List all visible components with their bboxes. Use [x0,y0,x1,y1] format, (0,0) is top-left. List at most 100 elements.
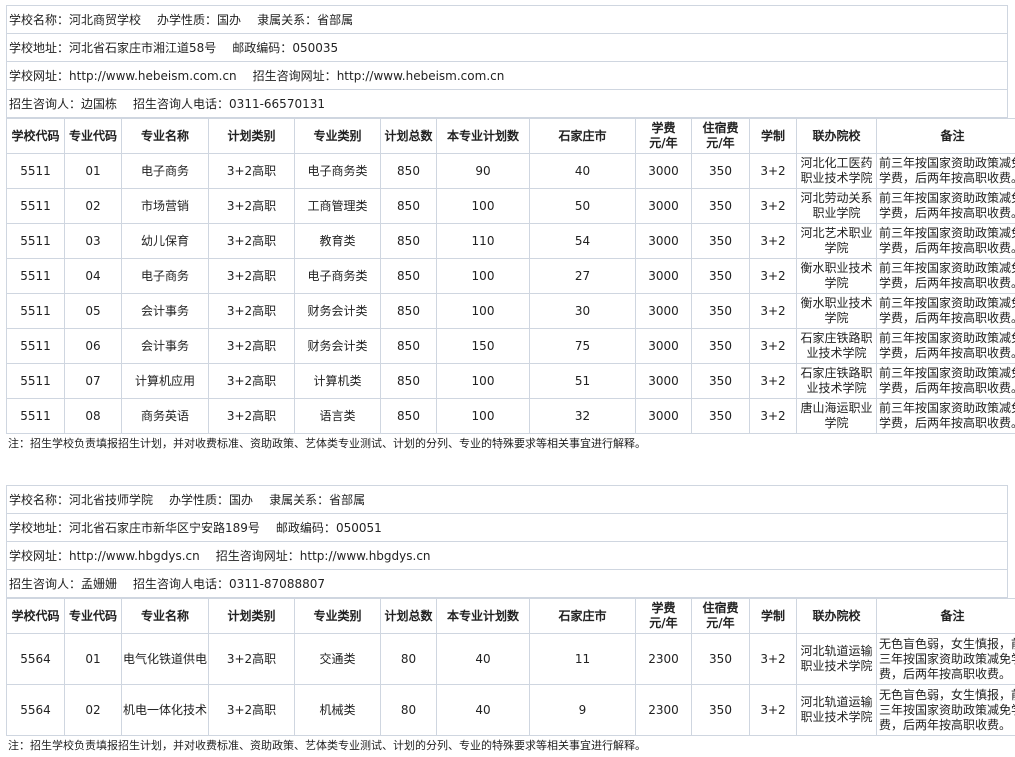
website-label: 学校网址： [9,68,70,83]
shijiazhuang-cell: 27 [529,258,636,294]
school-website-link[interactable]: http://www.hebeism.com.cn [69,69,237,83]
duration-cell: 3+2 [749,684,797,736]
plan-total-cell: 850 [380,258,437,294]
table-row: 5564 01 电气化铁道供电 3+2高职 交通类 80 40 11 2300 350 3+2 河北轨… [6,633,1015,685]
column-header: 学制 [749,118,797,154]
major-plan-cell: 100 [436,258,530,294]
plan-type-cell: 3+2高职 [208,188,295,224]
plan-total-cell: 850 [380,223,437,259]
column-header: 计划类别 [208,598,295,634]
school-contact-line: 招生咨询人：边国栋 招生咨询人电话：0311-66570131 [6,89,1008,118]
partner-college-cell: 河北轨道运输职业技术学院 [796,684,877,736]
major-plan-cell: 100 [436,363,530,399]
lodging-fee-cell: 350 [691,188,750,224]
column-header: 石家庄市 [529,118,636,154]
column-header: 专业类别 [294,598,381,634]
school-address-line: 学校地址：河北省石家庄市湘江道58号 邮政编码：050035 [6,33,1008,62]
school-name-line: 学校名称：河北省技师学院 办学性质：国办 隶属关系：省部属 [6,485,1008,514]
plan-type-cell: 3+2高职 [208,293,295,329]
lodging-fee-cell: 350 [691,153,750,189]
column-header: 石家庄市 [529,598,636,634]
table-header-row: 学校代码 专业代码 专业名称 计划类别 专业类别 计划总数 本专业计划数 石家庄市 学费 元/年住… [6,598,1015,634]
major-category-cell: 电子商务类 [294,258,381,294]
major-plan-cell: 100 [436,188,530,224]
duration-cell: 3+2 [749,328,797,364]
column-header: 专业名称 [121,118,209,154]
partner-college-cell: 河北化工医药职业技术学院 [796,153,877,189]
major-category-cell: 财务会计类 [294,293,381,329]
school-contact-line: 招生咨询人：孟姗姗 招生咨询人电话：0311-87088807 [6,569,1008,598]
major-name-cell: 电子商务 [121,153,209,189]
column-header: 联办院校 [796,118,877,154]
tuition-cell: 3000 [635,153,692,189]
table-row: 5564 02 机电一体化技术 3+2高职 机械类 80 40 9 2300 350 3+2 河北轨道… [6,684,1015,736]
column-header: 专业代码 [64,118,122,154]
affiliation-label: 隶属关系： [269,492,330,507]
column-header: 学校代码 [6,118,65,154]
remarks-cell: 前三年按国家资助政策减免学费，后两年按高职收费。 [876,153,1015,189]
school-address: 河北省石家庄市新华区宁安路189号 [69,520,260,535]
partner-college-cell: 河北劳动关系职业学院 [796,188,877,224]
school-code-cell: 5511 [6,293,65,329]
school-nature: 国办 [217,12,242,27]
school-code-cell: 5511 [6,223,65,259]
plan-total-cell: 850 [380,363,437,399]
remarks-cell: 前三年按国家资助政策减免学费，后两年按高职收费。 [876,398,1015,434]
consult-website-link[interactable]: http://www.hebeism.com.cn [337,69,505,83]
school-address-line: 学校地址：河北省石家庄市新华区宁安路189号 邮政编码：050051 [6,513,1008,542]
plan-type-cell: 3+2高职 [208,328,295,364]
major-plan-cell: 100 [436,398,530,434]
column-header: 学制 [749,598,797,634]
contact-label: 招生咨询人： [9,96,82,111]
major-name-cell: 电气化铁道供电 [121,633,209,685]
tuition-cell: 2300 [635,684,692,736]
partner-college-cell: 衡水职业技术学院 [796,258,877,294]
partner-college-cell: 河北轨道运输职业技术学院 [796,633,877,685]
major-name-cell: 机电一体化技术 [121,684,209,736]
partner-college-cell: 石家庄铁路职业技术学院 [796,363,877,399]
enrollment-plan-table: 学校代码 专业代码 专业名称 计划类别 专业类别 计划总数 本专业计划数 石家庄市 学费 元/年住… [6,118,1015,434]
major-plan-cell: 90 [436,153,530,189]
duration-cell: 3+2 [749,398,797,434]
shijiazhuang-cell: 40 [529,153,636,189]
school-website-link[interactable]: http://www.hbgdys.cn [69,549,200,563]
major-name-cell: 会计事务 [121,328,209,364]
consult-website-link[interactable]: http://www.hbgdys.cn [300,549,431,563]
postcode-label: 邮政编码： [232,40,293,55]
major-name-cell: 电子商务 [121,258,209,294]
major-category-cell: 电子商务类 [294,153,381,189]
major-category-cell: 语言类 [294,398,381,434]
remarks-cell: 前三年按国家资助政策减免学费，后两年按高职收费。 [876,363,1015,399]
shijiazhuang-cell: 50 [529,188,636,224]
column-header: 本专业计划数 [436,598,530,634]
major-code-cell: 05 [64,293,122,329]
tuition-cell: 2300 [635,633,692,685]
column-header: 住宿费 元/年 [691,118,750,154]
address-label: 学校地址： [9,520,70,535]
shijiazhuang-cell: 75 [529,328,636,364]
contact-name: 孟姗姗 [81,576,118,591]
duration-cell: 3+2 [749,223,797,259]
school-info-table: 学校名称：河北省技师学院 办学性质：国办 隶属关系：省部属 学校地址：河北省石家庄市… [6,485,1008,598]
remarks-cell: 前三年按国家资助政策减免学费，后两年按高职收费。 [876,328,1015,364]
school-website-line: 学校网址：http://www.hebeism.com.cn 招生咨询网址：htt… [6,61,1008,90]
remarks-cell: 无色盲色弱，女生慎报，前三年按国家资助政策减免学费，后两年按高职收费。 [876,633,1015,685]
major-plan-cell: 40 [436,633,530,685]
column-header: 专业代码 [64,598,122,634]
school-name: 河北省技师学院 [69,492,154,507]
lodging-fee-cell: 350 [691,258,750,294]
column-header: 专业名称 [121,598,209,634]
plan-type-cell: 3+2高职 [208,258,295,294]
website-label: 学校网址： [9,548,70,563]
school-code-cell: 5511 [6,398,65,434]
lodging-fee-cell: 350 [691,223,750,259]
school-nature: 国办 [229,492,254,507]
school-address: 河北省石家庄市湘江道58号 [69,40,217,55]
lodging-fee-cell: 350 [691,684,750,736]
plan-total-cell: 850 [380,153,437,189]
column-header: 学费 元/年 [635,598,692,634]
major-name-cell: 商务英语 [121,398,209,434]
shijiazhuang-cell: 9 [529,684,636,736]
lodging-fee-cell: 350 [691,633,750,685]
school-name-line: 学校名称：河北商贸学校 办学性质：国办 隶属关系：省部属 [6,5,1008,34]
